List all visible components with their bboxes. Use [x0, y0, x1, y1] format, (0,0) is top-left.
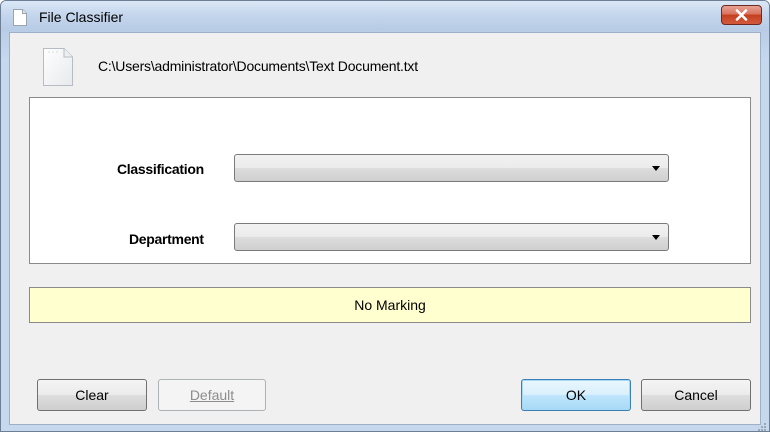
department-label: Department: [129, 231, 204, 247]
cancel-button[interactable]: Cancel: [641, 379, 751, 411]
close-button[interactable]: [721, 5, 762, 25]
title-bar[interactable]: File Classifier: [1, 1, 769, 31]
department-dropdown[interactable]: [234, 223, 669, 251]
close-icon: [735, 9, 748, 21]
classification-label: Classification: [117, 161, 204, 177]
default-button[interactable]: Default: [158, 379, 266, 411]
file-classifier-window: File Classifier C:\Users\administrator\D…: [0, 0, 770, 432]
chevron-down-icon: [652, 166, 660, 171]
file-path: C:\Users\administrator\Documents\Text Do…: [98, 58, 418, 74]
resize-grip-icon[interactable]: [757, 419, 767, 431]
clear-button[interactable]: Clear: [37, 379, 147, 411]
window-title: File Classifier: [39, 9, 124, 25]
chevron-down-icon: [652, 235, 660, 240]
default-button-label: Default: [189, 387, 235, 403]
marking-status-bar: No Marking: [29, 287, 751, 323]
ok-button[interactable]: OK: [521, 379, 631, 411]
document-icon: [13, 9, 27, 26]
text-file-icon: [42, 47, 74, 87]
classification-dropdown[interactable]: [234, 154, 669, 182]
